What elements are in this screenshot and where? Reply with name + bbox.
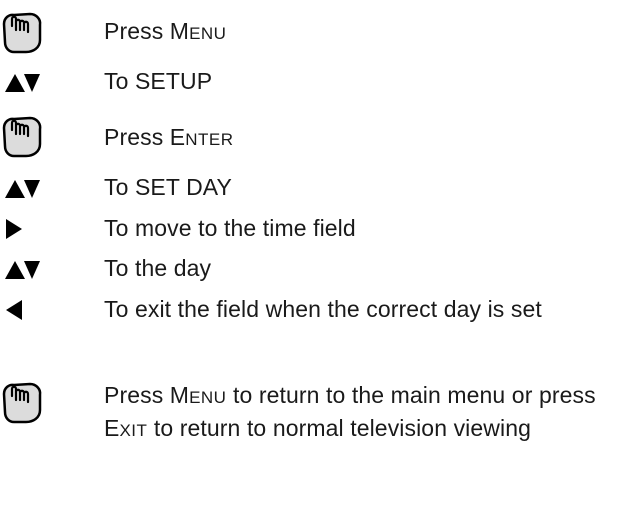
right-arrow-icon — [6, 219, 22, 239]
left-arrow-icon — [6, 300, 22, 320]
step-3-text: Press ENTER — [104, 124, 234, 150]
step-8-text: Press MENU to return to the main menu or… — [104, 382, 596, 441]
step-4-text: To SET DAY — [104, 174, 232, 200]
step-2-text: To SETUP — [104, 68, 213, 94]
step-7-text: To exit the field when the correct day i… — [104, 296, 542, 322]
step-6-text: To the day — [104, 255, 212, 281]
step-1-text: Press MENU — [104, 18, 227, 44]
up-down-arrows-icon — [5, 261, 40, 279]
step-5-text: To move to the time field — [104, 215, 356, 241]
up-down-arrows-icon — [5, 74, 40, 92]
up-down-arrows-icon — [5, 180, 40, 198]
press-hand-icon — [2, 382, 42, 424]
press-hand-icon — [2, 12, 42, 54]
press-hand-icon — [2, 116, 42, 158]
